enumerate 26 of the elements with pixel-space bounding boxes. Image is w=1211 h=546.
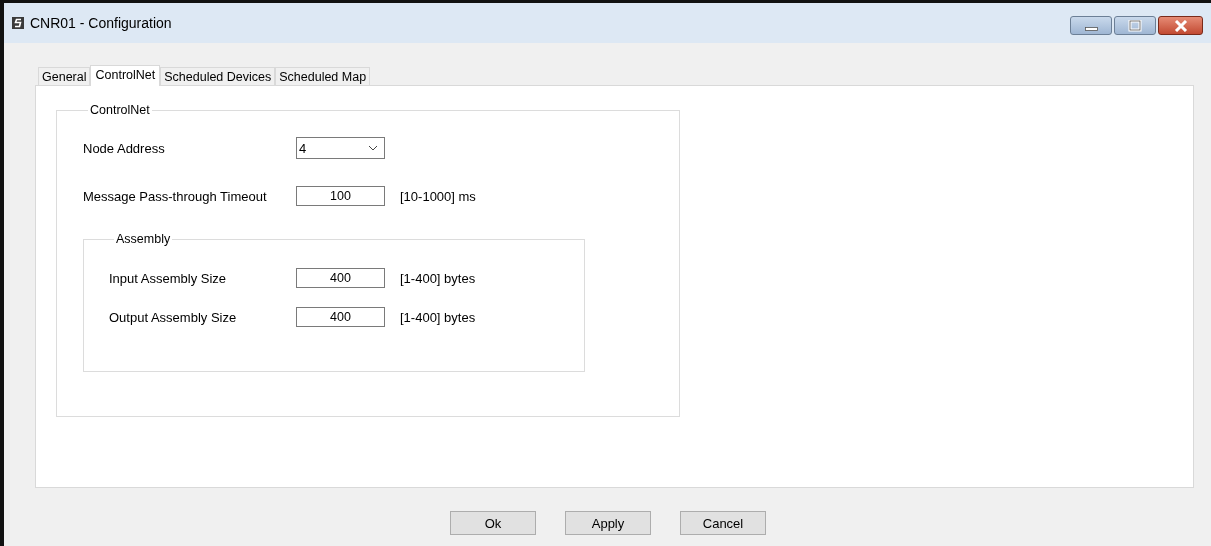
range-hint: [10-1000] ms — [400, 188, 476, 204]
group-title: Assembly — [115, 232, 172, 246]
chevron-down-icon — [368, 145, 378, 151]
tab[interactable]: Scheduled Devices — [160, 67, 276, 85]
app-logo-icon — [12, 17, 24, 29]
range-hint: [1-400] bytes — [400, 270, 476, 286]
input-field[interactable]: 100 — [296, 186, 385, 206]
input-field[interactable]: 400 — [296, 268, 385, 288]
close-button[interactable] — [1158, 16, 1203, 35]
field-label: Input Assembly Size — [109, 270, 228, 286]
tab[interactable]: General — [38, 67, 91, 85]
dialog-button[interactable]: Apply — [565, 511, 651, 535]
window-title: CNR01 - Configuration — [30, 15, 172, 31]
dialog-button[interactable]: Ok — [450, 511, 536, 535]
range-hint: [1-400] bytes — [400, 309, 476, 325]
minimize-button[interactable] — [1070, 16, 1112, 35]
tab[interactable]: ControlNet — [90, 65, 161, 86]
dialog-button[interactable]: Cancel — [680, 511, 766, 535]
group-title: ControlNet — [89, 103, 151, 117]
node-address-dropdown[interactable]: 4 — [296, 137, 385, 159]
input-field[interactable]: 400 — [296, 307, 385, 327]
minimize-icon — [1084, 27, 1098, 31]
field-label: Output Assembly Size — [109, 309, 238, 325]
field-label: Node Address — [83, 140, 166, 156]
field-label: Message Pass-through Timeout — [83, 188, 268, 204]
tab[interactable]: Scheduled Map — [275, 67, 371, 85]
